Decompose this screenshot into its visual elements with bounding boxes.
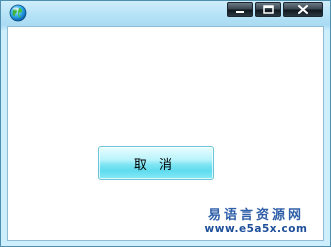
globe-icon: [9, 4, 27, 22]
client-area: 取 消 易语言资源网 www.e5a5x.com: [7, 26, 324, 241]
close-button[interactable]: [283, 2, 323, 17]
minimize-icon: [235, 6, 245, 14]
maximize-icon: [262, 5, 274, 14]
cancel-button[interactable]: 取 消: [98, 146, 214, 180]
maximize-button[interactable]: [255, 2, 281, 17]
window-controls: [227, 2, 323, 17]
watermark-url: www.e5a5x.com: [204, 223, 308, 235]
minimize-button[interactable]: [227, 2, 253, 17]
title-bar[interactable]: [1, 1, 330, 25]
watermark: 易语言资源网 www.e5a5x.com: [195, 208, 317, 236]
app-window: 取 消 易语言资源网 www.e5a5x.com: [0, 0, 331, 247]
watermark-brand: 易语言资源网: [207, 208, 304, 223]
close-icon: [298, 5, 308, 14]
